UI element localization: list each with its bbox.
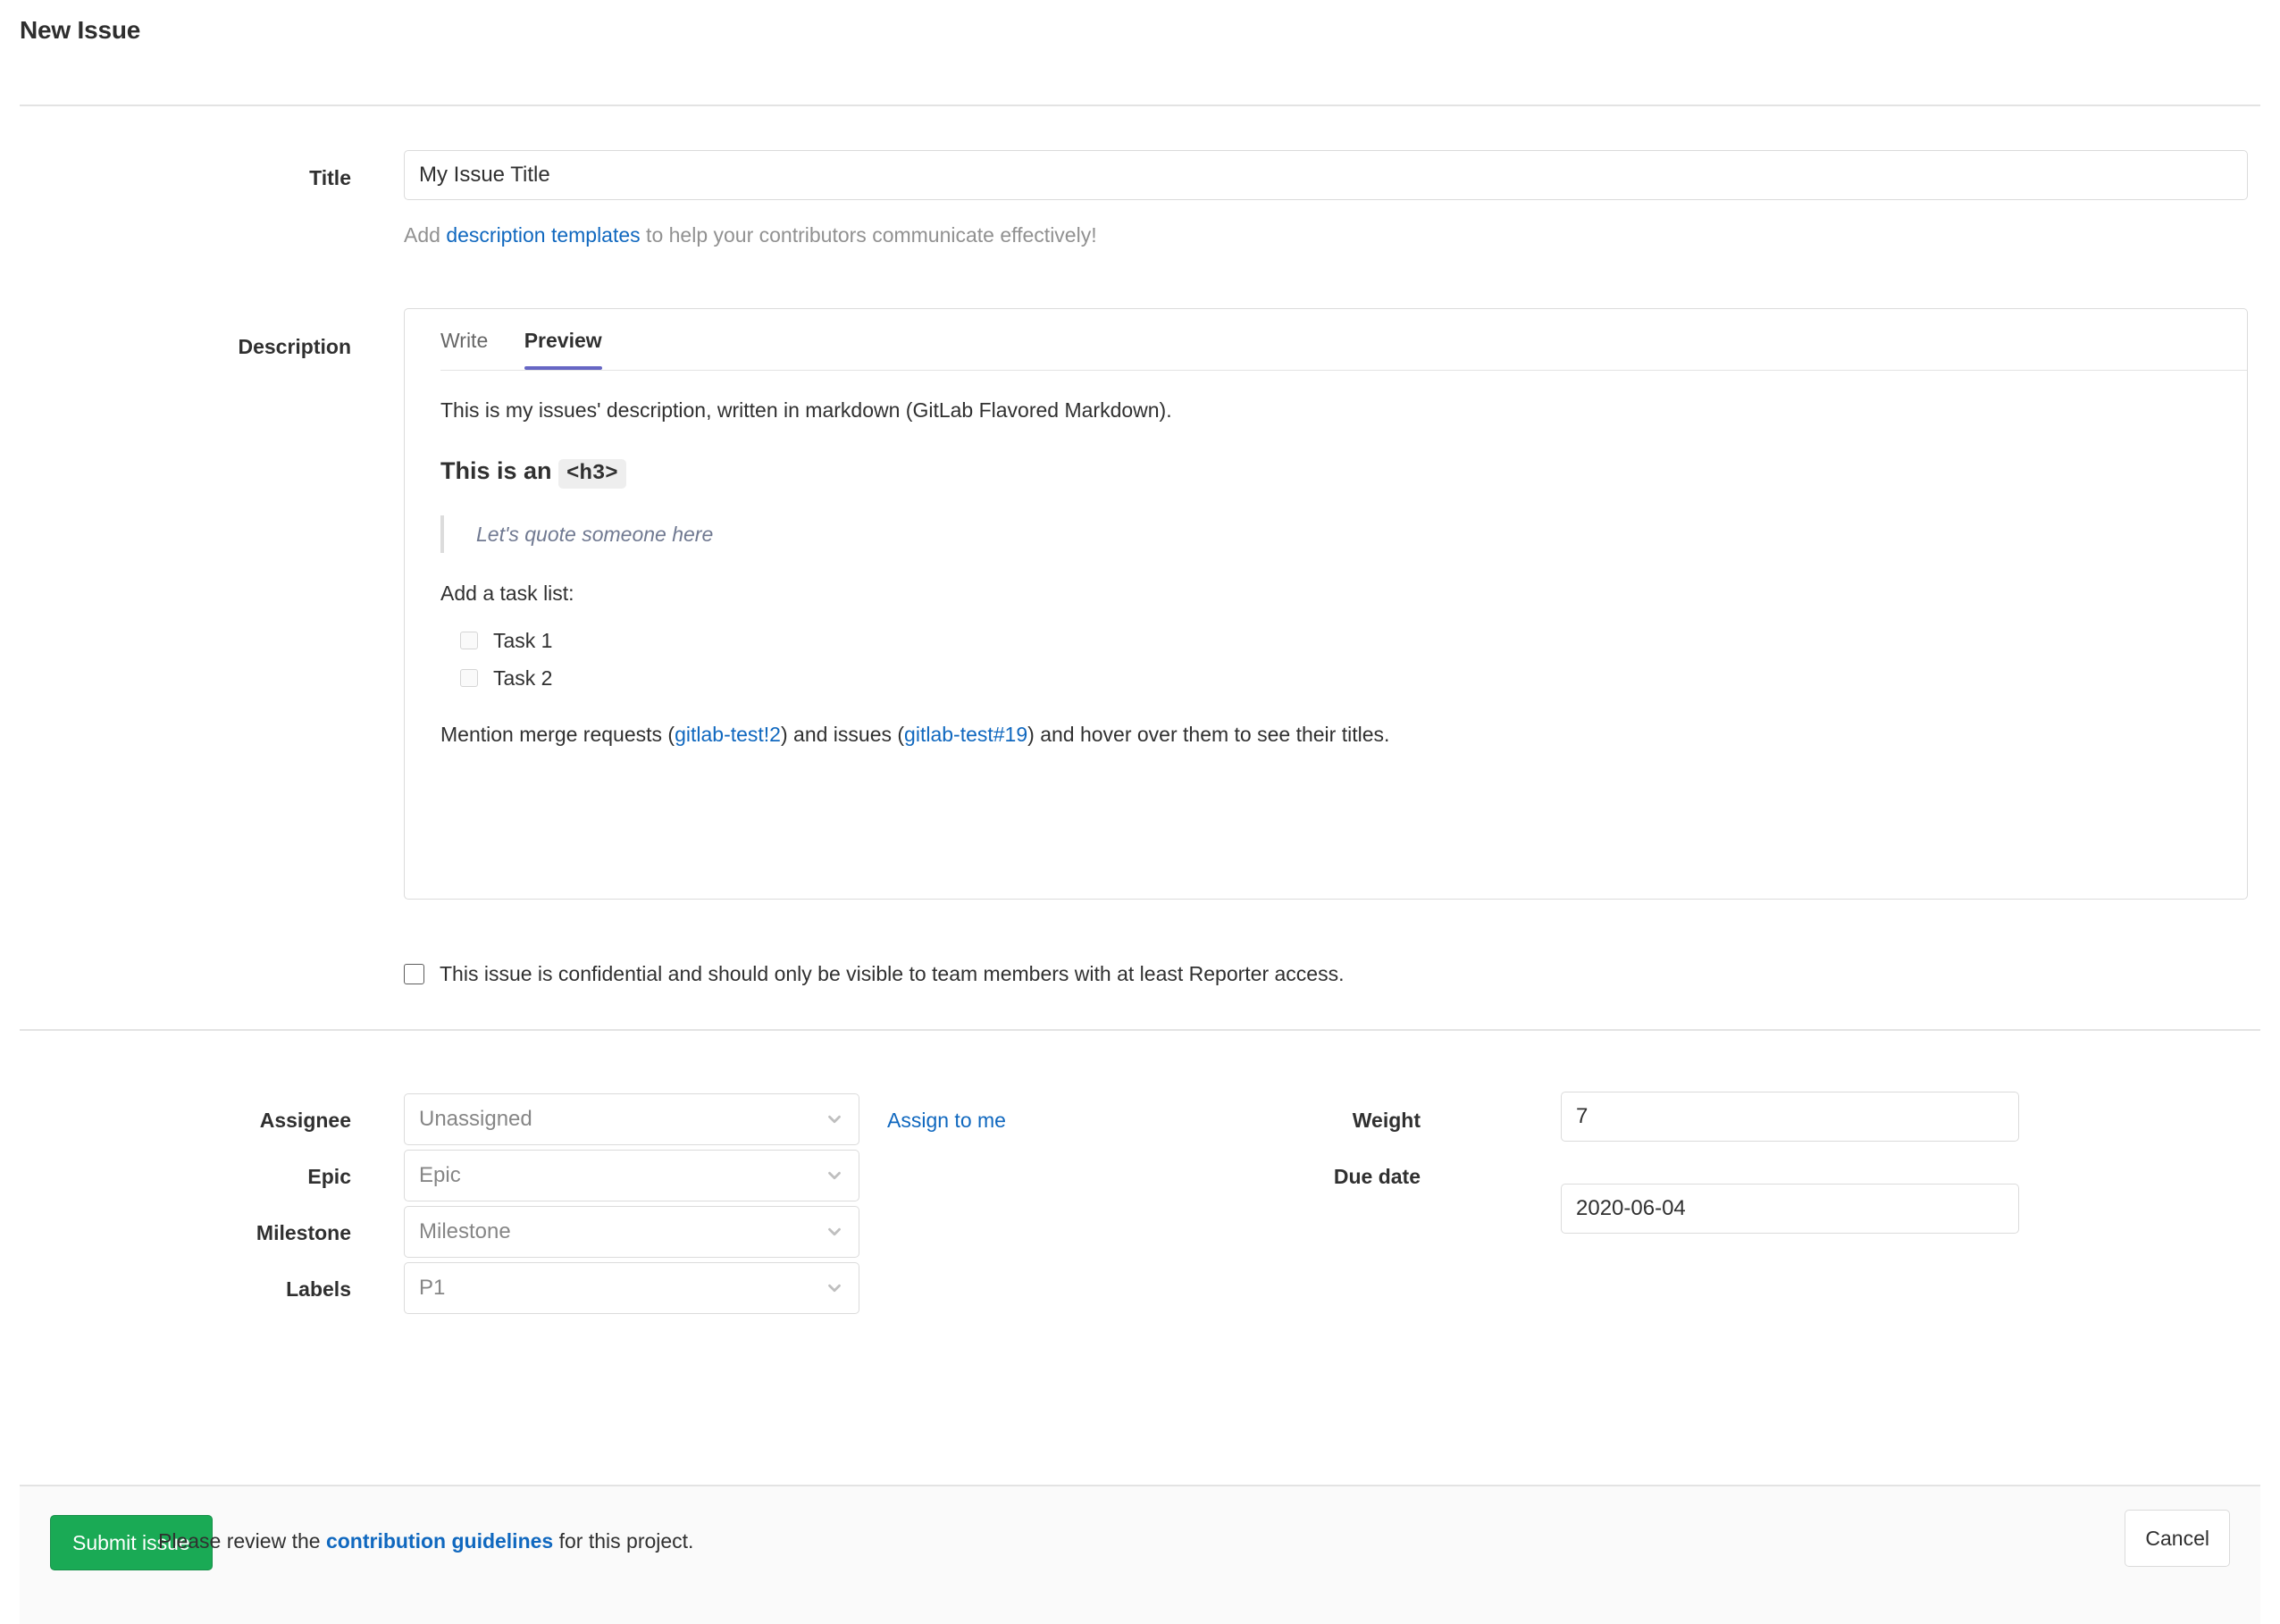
description-panel: Write Preview This is my issues' descrip…: [404, 308, 2248, 900]
note-suffix: for this project.: [553, 1529, 694, 1553]
description-templates-helper: Add description templates to help your c…: [404, 223, 1097, 247]
preview-blockquote: Let's quote someone here: [440, 515, 2211, 553]
labels-label: Labels: [286, 1277, 351, 1301]
contribution-guidelines-link[interactable]: contribution guidelines: [326, 1529, 553, 1553]
milestone-value: Milestone: [419, 1219, 511, 1243]
merge-request-link[interactable]: gitlab-test!2: [675, 723, 781, 746]
tabs-underline: [440, 370, 2247, 371]
epic-value: Epic: [419, 1163, 461, 1187]
milestone-label: Milestone: [256, 1221, 351, 1244]
title-input[interactable]: [404, 150, 2248, 200]
task-label: Task 1: [493, 628, 553, 652]
assignee-value: Unassigned: [419, 1107, 532, 1131]
preview-task-intro: Add a task list:: [440, 582, 574, 605]
description-label: Description: [238, 335, 351, 358]
task-label: Task 2: [493, 666, 553, 690]
mention-text-2: ) and issues (: [780, 722, 905, 746]
confidential-label: This issue is confidential and should on…: [440, 962, 1345, 985]
tab-write[interactable]: Write: [440, 309, 488, 369]
form-footer: Submit issue Please review the contribut…: [20, 1485, 2260, 1624]
helper-suffix: to help your contributors communicate ef…: [640, 223, 1097, 247]
title-label: Title: [309, 166, 351, 189]
helper-prefix: Add: [404, 223, 447, 247]
confidential-checkbox[interactable]: [404, 964, 424, 984]
markdown-preview-body: This is my issues' description, written …: [405, 372, 2247, 798]
task-list-item[interactable]: Task 1: [460, 625, 2211, 657]
due-date-label: Due date: [1333, 1165, 1421, 1188]
description-tabs: Write Preview: [405, 309, 2247, 372]
epic-label: Epic: [307, 1165, 351, 1188]
assign-to-me-link[interactable]: Assign to me: [887, 1109, 1006, 1133]
note-prefix: Please review the: [158, 1529, 326, 1553]
preview-heading-text: This is an: [440, 456, 559, 484]
preview-heading: This is an <h3>: [440, 453, 2211, 490]
mention-text-1: Mention merge requests (: [440, 722, 675, 746]
preview-heading-code: <h3>: [558, 458, 626, 489]
task-list-item[interactable]: Task 2: [460, 663, 2211, 694]
preview-task-list: Task 1 Task 2: [440, 625, 2211, 694]
task-checkbox-icon[interactable]: [460, 669, 478, 688]
mid-divider: [20, 1029, 2260, 1031]
milestone-select[interactable]: Milestone: [404, 1206, 859, 1258]
contribution-guidelines-note: Please review the contribution guideline…: [158, 1529, 693, 1553]
assignee-select[interactable]: Unassigned: [404, 1093, 859, 1145]
due-date-input[interactable]: [1561, 1184, 2019, 1234]
assignee-label: Assignee: [259, 1109, 351, 1132]
labels-value: P1: [419, 1276, 446, 1300]
preview-paragraph: This is my issues' description, written …: [440, 398, 1172, 422]
chevron-down-icon: [828, 1227, 841, 1236]
description-templates-link[interactable]: description templates: [446, 223, 640, 247]
mention-text-3: ) and hover over them to see their title…: [1027, 722, 1390, 746]
chevron-down-icon: [828, 1284, 841, 1293]
tab-preview[interactable]: Preview: [524, 309, 602, 370]
chevron-down-icon: [828, 1171, 841, 1180]
weight-label: Weight: [1352, 1109, 1421, 1132]
issue-link[interactable]: gitlab-test#19: [904, 723, 1027, 746]
task-checkbox-icon[interactable]: [460, 631, 478, 649]
cancel-button[interactable]: Cancel: [2125, 1510, 2230, 1567]
header-divider: [20, 105, 2260, 106]
labels-select[interactable]: P1: [404, 1262, 859, 1314]
new-issue-page: New Issue Title Add description template…: [0, 0, 2280, 1624]
weight-input[interactable]: [1561, 1092, 2019, 1142]
chevron-down-icon: [828, 1115, 841, 1124]
epic-select[interactable]: Epic: [404, 1150, 859, 1201]
page-title: New Issue: [20, 16, 141, 44]
confidential-row[interactable]: This issue is confidential and should on…: [404, 962, 1344, 986]
preview-mention-paragraph: Mention merge requests (gitlab-test!2) a…: [440, 719, 2211, 750]
